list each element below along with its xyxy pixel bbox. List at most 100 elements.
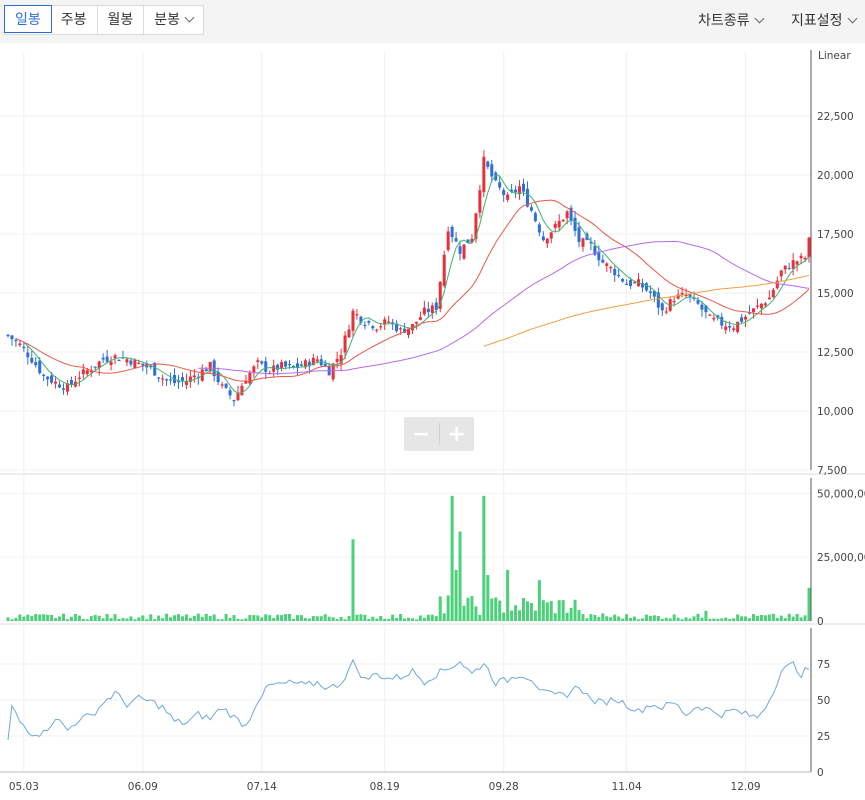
- volume-bar: [644, 614, 648, 621]
- price-tick-label: 10,000: [817, 406, 854, 418]
- volume-bar: [46, 614, 50, 621]
- candle-body: [216, 372, 220, 383]
- candle-body: [299, 364, 303, 366]
- volume-bar: [351, 539, 355, 621]
- volume-bar: [101, 618, 105, 621]
- candle-body: [696, 300, 700, 304]
- candle-body: [129, 360, 133, 365]
- volume-bar: [775, 617, 779, 621]
- candle-body: [478, 190, 482, 213]
- candle-body: [220, 384, 224, 386]
- candle-body: [557, 221, 561, 228]
- indicator-menu[interactable]: 지표설정: [791, 10, 857, 30]
- volume-bar: [220, 619, 224, 621]
- candle-body: [224, 383, 228, 388]
- candle-body: [379, 326, 383, 328]
- volume-tick-label: 50,000,000: [817, 488, 865, 500]
- candle-body: [42, 374, 46, 376]
- candle-body: [248, 372, 252, 384]
- volume-bar: [371, 616, 375, 621]
- volume-bar: [299, 615, 303, 621]
- tab-weekly[interactable]: 주봉: [51, 6, 98, 34]
- candle-body: [30, 357, 34, 363]
- indicator-tick-label: 0: [817, 767, 824, 779]
- volume-bar: [311, 616, 315, 621]
- volume-bar: [34, 614, 38, 621]
- volume-bar: [276, 614, 280, 621]
- volume-tick-label: 25,000,000: [817, 552, 865, 564]
- period-tabs: 일봉 주봉 월봉 분봉: [4, 5, 205, 35]
- candle-body: [6, 334, 10, 337]
- volume-bar: [807, 587, 811, 621]
- volume-bar: [510, 610, 514, 621]
- volume-bar: [61, 613, 66, 621]
- candle-body: [450, 226, 454, 238]
- tab-minute[interactable]: 분봉: [144, 6, 203, 34]
- candle-body: [767, 297, 771, 300]
- volume-bar: [212, 614, 216, 621]
- volume-bar: [625, 614, 629, 621]
- x-tick-label: 05.03: [9, 781, 39, 793]
- candle-body: [605, 263, 609, 266]
- volume-bar: [720, 618, 724, 621]
- volume-tick-label: 0: [817, 616, 824, 628]
- volume-bar: [192, 615, 196, 621]
- candle-body: [113, 355, 117, 359]
- volume-bar: [414, 619, 418, 621]
- candle-body: [125, 359, 129, 363]
- volume-bar: [169, 617, 173, 621]
- candle-body: [601, 259, 605, 263]
- volume-bar: [430, 614, 434, 621]
- volume-bar: [81, 618, 85, 621]
- candle-body: [14, 340, 18, 342]
- candle-body: [783, 265, 787, 270]
- volume-bar: [494, 597, 498, 621]
- indicator-label: 지표설정: [791, 13, 843, 29]
- volume-bar: [387, 619, 391, 621]
- chart-type-menu[interactable]: 차트종류: [698, 10, 764, 30]
- volume-bar: [149, 614, 153, 621]
- candle-body: [791, 260, 795, 269]
- volume-bar: [303, 618, 307, 621]
- volume-bar: [236, 618, 240, 621]
- volume-bar: [434, 616, 438, 621]
- volume-bar: [755, 615, 759, 621]
- volume-bar: [375, 618, 379, 621]
- indicator-tick-label: 75: [817, 659, 830, 671]
- tab-monthly[interactable]: 월봉: [98, 6, 145, 34]
- volume-bar: [549, 601, 553, 621]
- candle-body: [700, 304, 704, 310]
- volume-bar: [728, 619, 732, 621]
- volume-bar: [783, 618, 787, 621]
- volume-bar: [355, 614, 359, 621]
- zoom-out-button[interactable]: −: [404, 417, 439, 451]
- candle-body: [807, 237, 811, 257]
- volume-bar: [716, 618, 720, 621]
- volume-bar: [161, 618, 165, 621]
- zoom-in-button[interactable]: +: [439, 417, 474, 451]
- candle-body: [315, 359, 319, 362]
- volume-bar: [359, 614, 363, 621]
- candle-body: [529, 207, 533, 211]
- volume-bar: [89, 616, 93, 621]
- tab-daily[interactable]: 일봉: [4, 5, 52, 33]
- candle-body: [633, 282, 637, 284]
- candle-body: [787, 268, 791, 270]
- x-tick-label: 07.14: [247, 781, 277, 793]
- volume-bar: [395, 617, 399, 621]
- volume-bar: [684, 617, 688, 621]
- candle-body: [50, 375, 54, 383]
- volume-bar: [113, 614, 117, 621]
- candle-body: [26, 352, 30, 358]
- volume-bar: [537, 580, 541, 621]
- volume-bar: [771, 613, 775, 621]
- x-tick-label: 09.28: [489, 781, 519, 793]
- volume-bar: [514, 605, 518, 621]
- volume-bar: [165, 613, 169, 621]
- candle-body: [625, 283, 629, 285]
- candle-body: [565, 211, 569, 219]
- volume-bar: [10, 619, 14, 621]
- candle-body: [732, 328, 736, 331]
- volume-bar: [69, 616, 73, 621]
- candle-body: [724, 326, 728, 331]
